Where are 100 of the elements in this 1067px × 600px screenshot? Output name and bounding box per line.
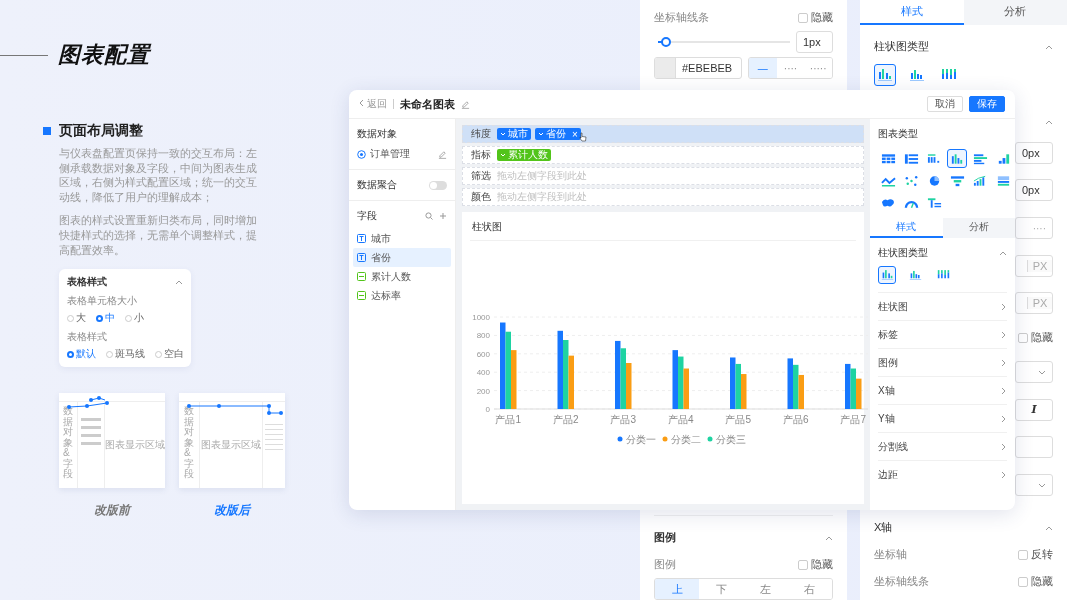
search-icon[interactable] bbox=[425, 212, 433, 220]
width-input[interactable]: 1px bbox=[796, 31, 833, 53]
settings-row[interactable]: 标签 bbox=[878, 320, 1007, 348]
settings-row[interactable]: 图例 bbox=[878, 348, 1007, 376]
grouped-bar-icon bbox=[877, 68, 893, 82]
dimension-field-icon bbox=[357, 234, 366, 243]
stacked-bar-icon bbox=[941, 68, 957, 82]
position-option[interactable]: 上 bbox=[655, 579, 700, 599]
chevron-right-icon bbox=[999, 386, 1007, 395]
panel-tab[interactable]: 分析 bbox=[963, 0, 1067, 25]
funnel-icon bbox=[949, 174, 965, 187]
list-table-icon bbox=[903, 152, 919, 165]
radio-option[interactable]: 中 bbox=[96, 311, 115, 326]
chevron-right-icon bbox=[999, 470, 1007, 479]
chevron-right-icon bbox=[999, 442, 1007, 451]
field-chip[interactable]: 省份 × bbox=[535, 128, 581, 140]
field-shelf[interactable]: 纬度 城市 省份 × bbox=[462, 125, 864, 143]
chevron-down-icon bbox=[538, 131, 544, 137]
data-object-name[interactable]: 订单管理 bbox=[370, 147, 410, 161]
field-item[interactable]: 省份 bbox=[353, 248, 451, 267]
field-label: 坐标轴 bbox=[874, 547, 907, 562]
italic-button[interactable]: I bbox=[1015, 398, 1053, 421]
number-card-icon bbox=[926, 152, 942, 165]
section-title: X轴 bbox=[874, 520, 893, 535]
map-icon bbox=[880, 196, 896, 209]
bar-chart-icon bbox=[949, 152, 965, 165]
chevron-right-icon bbox=[999, 358, 1007, 367]
chart-name: 未命名图表 bbox=[399, 96, 455, 112]
area-label: 图表显示区域 bbox=[201, 438, 261, 453]
bullet-square-icon bbox=[43, 127, 51, 135]
measure-field-icon bbox=[357, 291, 366, 300]
radio-option[interactable]: 空白 bbox=[155, 347, 184, 362]
option-checkbox[interactable]: 反转 bbox=[1018, 547, 1053, 562]
slider-handle[interactable] bbox=[660, 37, 671, 47]
radio-option[interactable]: 斑马线 bbox=[106, 347, 145, 362]
radio-option[interactable]: 大 bbox=[67, 311, 86, 326]
settings-row[interactable]: 柱状图 bbox=[878, 292, 1007, 320]
group-label: 表格样式 bbox=[67, 330, 108, 345]
shelf-label: 纬度 bbox=[471, 127, 492, 141]
chevron-right-icon bbox=[999, 414, 1007, 423]
area-label: 图表显示区域 bbox=[105, 438, 165, 453]
table-icon bbox=[880, 152, 896, 165]
chevron-up-icon bbox=[175, 278, 183, 287]
width-slider[interactable] bbox=[658, 37, 790, 47]
radio-option[interactable]: 默认 bbox=[67, 347, 96, 362]
shelf-label: 颜色 bbox=[471, 190, 492, 204]
field-item[interactable]: 达标率 bbox=[353, 286, 451, 305]
field-label: 坐标轴线条 bbox=[874, 574, 929, 589]
description-text: 与仪表盘配置页保持一致的交互布局：左侧承载数据对象及字段，中间为图表生成区域，右侧为样式配置区域；统一的交互动线，降低了用户的理解成本； bbox=[59, 146, 257, 205]
group-label: 表格单元格大小 bbox=[67, 294, 138, 309]
aggregation-toggle[interactable] bbox=[429, 180, 447, 190]
card-title: 表格样式 bbox=[67, 275, 107, 290]
settings-row[interactable]: 边距 bbox=[878, 460, 1007, 488]
section-title: 图例 bbox=[654, 530, 676, 545]
chevron-up-icon bbox=[1045, 118, 1053, 126]
field-item[interactable]: 城市 bbox=[353, 229, 451, 248]
option-checkbox[interactable]: 隐藏 bbox=[1018, 574, 1053, 589]
settings-row[interactable]: X轴 bbox=[878, 376, 1007, 404]
hide-checkbox[interactable]: 隐藏 bbox=[1018, 330, 1053, 346]
hide-checkbox[interactable]: 隐藏 bbox=[798, 10, 833, 25]
add-icon[interactable] bbox=[439, 212, 447, 220]
chevron-down-icon bbox=[500, 131, 506, 137]
text-icon bbox=[926, 196, 942, 209]
measure-field-icon bbox=[357, 272, 366, 281]
section-label: 数据对象 bbox=[357, 127, 398, 141]
radio-option[interactable]: 小 bbox=[125, 311, 144, 326]
grouped-bar-icon bbox=[880, 269, 894, 281]
field-chip[interactable]: 城市 bbox=[497, 128, 531, 140]
field-item[interactable]: 累计人数 bbox=[353, 267, 451, 286]
grouped-bar-icon bbox=[909, 68, 925, 82]
color-input[interactable]: #EBEBEB bbox=[654, 57, 742, 79]
bar-type-button[interactable] bbox=[878, 266, 896, 284]
grouped-bar-icon bbox=[908, 269, 922, 281]
stacked-bar-icon bbox=[936, 269, 950, 281]
bar-type-button[interactable] bbox=[874, 64, 896, 86]
settings-row[interactable]: 分割线 bbox=[878, 432, 1007, 460]
side-label: 数据对象&字段 bbox=[184, 406, 194, 482]
page-title: 图表配置 bbox=[58, 41, 150, 69]
hide-checkbox[interactable]: 隐藏 bbox=[798, 557, 833, 572]
line-style-option[interactable]: — bbox=[749, 58, 777, 78]
field-shelf[interactable]: 指标 累计人数 bbox=[462, 146, 864, 164]
chevron-up-icon bbox=[999, 249, 1007, 257]
field-label: 坐标轴线条 bbox=[654, 10, 709, 25]
settings-row[interactable]: Y轴 bbox=[878, 404, 1007, 432]
rising-bar-icon bbox=[972, 174, 988, 187]
dimension-field-icon bbox=[357, 253, 366, 262]
side-label: 数据对象&字段 bbox=[63, 406, 74, 482]
number-input[interactable]: 0px bbox=[1015, 179, 1053, 202]
config-tab[interactable]: 分析 bbox=[942, 218, 1015, 238]
scatter-icon bbox=[903, 174, 919, 187]
number-input[interactable]: 0px bbox=[1015, 141, 1053, 164]
card-stack-icon bbox=[995, 174, 1011, 187]
chart-type-button[interactable] bbox=[947, 149, 967, 168]
thumbnail-caption: 改版前 bbox=[94, 502, 130, 520]
section-label: 图表类型 bbox=[878, 127, 919, 141]
number-input[interactable] bbox=[1015, 436, 1053, 459]
section-label: 字段 bbox=[357, 209, 377, 223]
save-button[interactable]: 保存 bbox=[969, 96, 1005, 112]
config-tab[interactable]: 样式 bbox=[870, 218, 943, 238]
cancel-button[interactable]: 取消 bbox=[927, 96, 963, 112]
